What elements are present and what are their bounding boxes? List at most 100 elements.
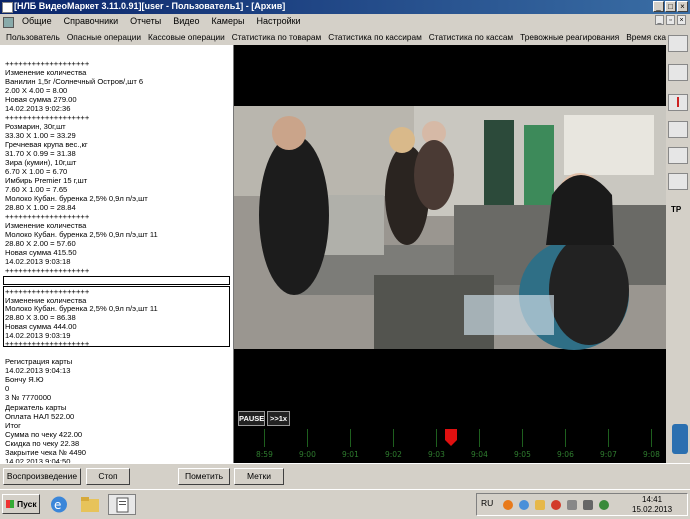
log-line: Розмарин, 30г,шт [5, 122, 66, 131]
menu-item[interactable]: Отчеты [130, 16, 161, 26]
tab[interactable]: Статистика по кассирам [328, 32, 422, 42]
folder-icon[interactable] [79, 494, 101, 515]
start-button[interactable]: Пуск [2, 494, 40, 514]
log-line: Закрытие чека № 4490 [5, 448, 87, 457]
tray-icon-5[interactable] [599, 500, 609, 510]
log-line: +++++++++++++++++++ [5, 212, 90, 221]
event-log-panel[interactable]: +++++++++++++++++++ Изменение количества В… [0, 45, 234, 463]
log-line: Новая сумма 279.00 [5, 95, 77, 104]
volume-icon[interactable] [583, 500, 593, 510]
log-line: 0 [5, 384, 10, 394]
menu-item[interactable]: Камеры [212, 16, 245, 26]
close-button[interactable]: × [677, 1, 688, 12]
timeline-label: 9:06 [557, 450, 574, 459]
app-icon [2, 2, 13, 13]
tray-icon-2[interactable] [519, 500, 529, 510]
log-line: +++++++++++++++++++ [5, 113, 90, 122]
log-line: 2.00 X 4.00 = 8.00 [5, 86, 68, 95]
language-indicator[interactable]: RU [481, 498, 493, 508]
document-icon[interactable] [3, 17, 14, 28]
log-line: Гречневая крупа вес.,кг [5, 140, 88, 149]
timeline-tick [350, 429, 351, 447]
window-title: [НЛБ ВидеоМаркет 3.11.0.91][user - Польз… [14, 1, 286, 11]
tray-icon-4[interactable] [551, 500, 561, 510]
log-line: Новая сумма 415.50 [5, 248, 77, 257]
clock-date: 15.02.2013 [632, 505, 673, 514]
svg-text:e: e [54, 498, 61, 512]
log-line: Бончу Я.Ю [5, 375, 44, 385]
log-line: 3 № 7770000 [5, 393, 52, 403]
zoom-icon[interactable] [668, 64, 688, 81]
stop-button[interactable]: Стоп [86, 468, 130, 485]
log-line: Молоко Кубан. буренка 2,5% 0,9л п/э,шт 1… [5, 304, 158, 314]
timeline-label: 8:59 [256, 450, 273, 459]
log-line: 31.70 X 0.99 = 31.38 [5, 149, 76, 158]
tab[interactable]: Статистика по кассам [429, 32, 513, 42]
windows-logo-icon [6, 500, 14, 508]
pause-button[interactable]: PAUSE [238, 411, 265, 426]
log-line: Оплата НАЛ 522.00 [5, 411, 75, 421]
log-line: Имбирь Premier 15 г,шт [5, 176, 88, 185]
tab[interactable]: Пользователь [6, 32, 60, 42]
log-line: 28.80 X 1.00 = 28.84 [5, 203, 76, 212]
log-line: Зира (кумин), 10г,шт [5, 158, 77, 167]
camera-icon[interactable] [668, 35, 688, 52]
timeline-label: 9:07 [600, 450, 617, 459]
menu-item[interactable]: Видео [173, 16, 199, 26]
tray-icon-3[interactable] [535, 500, 545, 510]
log-line: +++++++++++++++++++ [5, 287, 90, 296]
video-viewport[interactable]: PAUSE >>1x 8:59 9:00 9:01 9:02 9:03 9:04 9:05 9… [234, 45, 666, 463]
log-line: 14.02.2013 9:03:18 [5, 257, 71, 266]
right-toolbar: TP [666, 29, 690, 463]
mdi-close-button[interactable]: × [677, 15, 686, 25]
panel-toggle-icon[interactable] [672, 424, 688, 454]
menu-item[interactable]: Справочники [64, 16, 119, 26]
timeline-tick [651, 429, 652, 447]
marks-button[interactable]: Метки [234, 468, 284, 485]
tray-icon-1[interactable] [503, 500, 513, 510]
alarm-icon[interactable] [668, 94, 688, 111]
menu-item[interactable]: Настройки [256, 16, 300, 26]
minimize-button[interactable]: _ [653, 1, 664, 12]
log-line: Сумма по чеку 422.00 [5, 429, 83, 439]
timeline-tick [393, 429, 394, 447]
log-line: Итог [5, 420, 21, 430]
clock-time[interactable]: 14:41 [642, 495, 662, 504]
record-icon[interactable] [668, 121, 688, 138]
log-line: Молоко Кубан. буренка 2,5% 0,9л п/э,шт [5, 194, 148, 203]
log-line: 14.02.2013 9:03:19 [5, 330, 71, 340]
timeline-label: 9:02 [385, 450, 402, 459]
log-line: +++++++++++++++++++ [5, 266, 90, 275]
log-line: Держатель карты [5, 402, 67, 412]
mark-button[interactable]: Пометить [178, 468, 230, 485]
videomarket-task-icon[interactable] [108, 494, 136, 515]
log-line: Изменение количества [5, 295, 87, 305]
tab[interactable]: Тревожные реагирования [520, 32, 619, 42]
timeline-tick [479, 429, 480, 447]
log-line: 7.60 X 1.00 = 7.65 [5, 185, 68, 194]
tab[interactable]: Статистика по товарам [232, 32, 321, 42]
log-line: 6.70 X 1.00 = 6.70 [5, 167, 68, 176]
snapshot-icon[interactable] [668, 147, 688, 164]
tab[interactable]: Кассовые операции [148, 32, 225, 42]
timeline-tick [264, 429, 265, 447]
timeline-tick [307, 429, 308, 447]
mdi-minimize-button[interactable]: _ [655, 15, 664, 25]
speed-button[interactable]: >>1x [267, 411, 290, 426]
log-line: Ванилин 1,5г /Солнечный Остров/,шт 6 [5, 77, 144, 86]
log-line: Изменение количества [5, 68, 87, 77]
system-tray: RU 14:41 15.02.2013 [476, 493, 688, 516]
maximize-button[interactable]: □ [665, 1, 676, 12]
tab[interactable]: Опасные операции [67, 32, 141, 42]
log-line: Регистрация карты [5, 357, 73, 366]
mdi-restore-button[interactable]: ▫ [666, 15, 675, 25]
log-line: 33.30 X 1.00 = 33.29 [5, 131, 76, 140]
network-icon[interactable] [567, 500, 577, 510]
log-line: 28.80 X 2.00 = 57.60 [5, 239, 76, 248]
export-icon[interactable] [668, 173, 688, 190]
menu-item[interactable]: Общие [22, 16, 52, 26]
play-button[interactable]: Воспроизведение [3, 468, 81, 485]
internet-explorer-icon[interactable]: e [48, 494, 70, 515]
playhead-marker[interactable] [444, 429, 458, 447]
camera-frame [234, 106, 666, 350]
